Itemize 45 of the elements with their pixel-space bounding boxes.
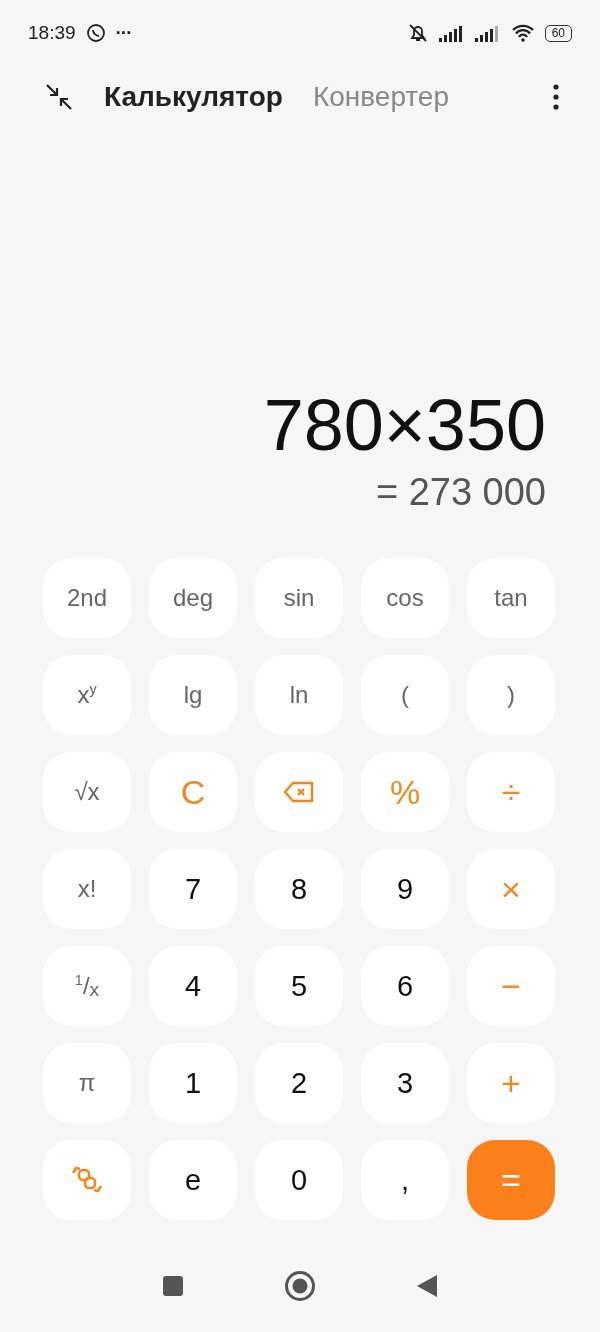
wifi-icon — [510, 23, 535, 43]
recents-icon[interactable] — [162, 1275, 184, 1297]
digit-key[interactable]: 4 — [149, 946, 237, 1026]
function-key[interactable]: x! — [43, 849, 131, 929]
function-key[interactable]: cos — [361, 558, 449, 638]
digit-key[interactable]: 8 — [255, 849, 343, 929]
mode-tab[interactable]: Калькулятор — [104, 81, 283, 113]
more-notifications: ··· — [115, 22, 132, 44]
digit-key[interactable]: 9 — [361, 849, 449, 929]
home-icon[interactable] — [284, 1270, 316, 1302]
function-key[interactable]: sin — [255, 558, 343, 638]
mode-tab[interactable]: Конвертер — [312, 81, 449, 113]
function-key[interactable]: deg — [149, 558, 237, 638]
function-key[interactable]: π — [43, 1043, 131, 1123]
digit-key[interactable]: e — [149, 1140, 237, 1220]
digit-key[interactable]: 3 — [361, 1043, 449, 1123]
digit-key[interactable]: , — [361, 1140, 449, 1220]
digit-key[interactable]: 2 — [255, 1043, 343, 1123]
function-key[interactable]: tan — [467, 558, 555, 638]
chat-bubble-icon — [85, 23, 106, 43]
digit-key[interactable]: 6 — [361, 946, 449, 1026]
function-key[interactable]: √x — [43, 752, 131, 832]
bell-off-icon — [406, 22, 429, 44]
digit-key[interactable]: 0 — [255, 1140, 343, 1220]
function-key[interactable]: $^{1}$/$_{x}$ — [43, 946, 131, 1026]
battery-level: 60 — [544, 24, 572, 42]
digit-key[interactable]: 1 — [149, 1043, 237, 1123]
expression-display: 780×350 — [263, 384, 546, 467]
result-display: = 273 000 — [375, 470, 546, 515]
backspace-icon — [283, 780, 315, 804]
digit-key[interactable]: 5 — [255, 946, 343, 1026]
function-key[interactable]: 2nd — [43, 558, 131, 638]
signal-icon — [474, 24, 501, 42]
back-icon[interactable] — [416, 1274, 438, 1298]
digit-key[interactable]: 7 — [149, 849, 237, 929]
more-menu-icon[interactable] — [552, 83, 560, 111]
signal-icon — [438, 24, 465, 42]
function-key[interactable]: ( — [361, 655, 449, 735]
function-key[interactable]: ) — [467, 655, 555, 735]
function-key[interactable]: x$^{y}$ — [43, 655, 131, 735]
switch-layout-key[interactable] — [43, 1140, 131, 1220]
function-key[interactable]: lg — [149, 655, 237, 735]
collapse-icon[interactable] — [44, 82, 74, 112]
function-key[interactable]: ln — [255, 655, 343, 735]
status-time: 18:39 — [28, 22, 76, 44]
